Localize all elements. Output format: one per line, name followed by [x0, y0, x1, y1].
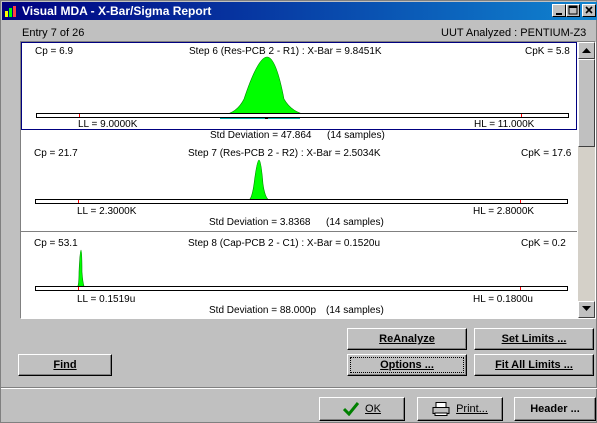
report-window: Visual MDA - X-Bar/Sigma Report Entry 7 … — [0, 0, 597, 423]
close-icon — [585, 6, 593, 14]
std-deviation: Std Deviation = 3.8368 — [209, 217, 311, 228]
vertical-scrollbar[interactable] — [578, 42, 595, 318]
sample-count: (14 samples) — [327, 130, 385, 141]
low-limit-value: LL = 2.3000K — [77, 206, 137, 217]
reanalyze-button[interactable]: ReAnalyze — [347, 328, 467, 350]
options-label: Options ... — [380, 359, 434, 371]
list-item-step-7[interactable]: Cp = 21.7 Step 7 (Res-PCB 2 - R2) : X-Ba… — [21, 146, 577, 232]
high-limit-tick — [520, 200, 521, 203]
set-limits-button[interactable]: Set Limits ... — [474, 328, 594, 350]
header-label: Header ... — [530, 403, 580, 415]
fit-all-limits-label: Fit All Limits ... — [495, 359, 573, 371]
low-limit-tick — [78, 200, 79, 203]
low-limit-value: LL = 0.1519u — [77, 294, 136, 305]
arrow-down-icon — [582, 306, 591, 311]
arrow-up-icon — [582, 48, 591, 53]
title-bar: Visual MDA - X-Bar/Sigma Report — [2, 2, 597, 20]
sample-count: (14 samples) — [326, 217, 384, 228]
list-item-step-8[interactable]: Cp = 53.1 Step 8 (Cap-PCB 2 - C1) : X-Ba… — [21, 232, 577, 318]
low-limit-tick — [78, 287, 79, 290]
list-item-step-6[interactable]: Cp = 6.9 Step 6 (Res-PCB 2 - R1) : X-Bar… — [21, 42, 577, 141]
low-limit-tick — [79, 114, 80, 117]
scroll-down-button[interactable] — [578, 301, 595, 318]
entry-counter: Entry 7 of 26 — [22, 27, 85, 39]
scroll-up-button[interactable] — [578, 42, 595, 59]
limits-axis-bar — [35, 286, 568, 291]
options-button[interactable]: Options ... — [347, 354, 467, 376]
low-limit-value: LL = 9.0000K — [78, 119, 138, 130]
print-label: Print... — [456, 403, 488, 415]
ok-button[interactable]: OK — [319, 397, 405, 421]
minimize-button[interactable] — [552, 4, 566, 17]
high-limit-tick — [521, 114, 522, 117]
maximize-icon — [568, 5, 578, 15]
header-button[interactable]: Header ... — [514, 397, 596, 421]
print-button[interactable]: Print... — [417, 397, 503, 421]
find-label: Find — [53, 359, 77, 371]
scroll-thumb[interactable] — [578, 59, 595, 147]
reanalyze-label: ReAnalyze — [379, 333, 435, 345]
std-deviation: Std Deviation = 47.864 — [210, 130, 312, 141]
limits-axis-bar — [35, 199, 568, 204]
window-title: Visual MDA - X-Bar/Sigma Report — [22, 4, 212, 18]
high-limit-value: HL = 0.1800u — [473, 294, 533, 305]
minimize-icon — [556, 13, 562, 15]
maximize-button[interactable] — [566, 4, 580, 17]
high-limit-tick — [520, 287, 521, 290]
uut-analyzed-label: UUT Analyzed : PENTIUM-Z3 — [441, 27, 587, 39]
ok-label: OK — [365, 403, 381, 415]
sample-count: (14 samples) — [326, 305, 384, 316]
step-report-list[interactable]: Cp = 6.9 Step 6 (Res-PCB 2 - R1) : X-Bar… — [20, 41, 596, 319]
fit-all-limits-button[interactable]: Fit All Limits ... — [474, 354, 594, 376]
high-limit-value: HL = 2.8000K — [473, 206, 535, 217]
printer-icon — [432, 402, 450, 417]
checkmark-icon — [343, 402, 360, 417]
std-deviation: Std Deviation = 88.000p — [209, 305, 317, 316]
limits-axis-bar — [36, 113, 569, 118]
app-chart-icon — [5, 6, 16, 17]
set-limits-label: Set Limits ... — [501, 333, 567, 345]
close-button[interactable] — [582, 4, 596, 17]
find-button[interactable]: Find — [18, 354, 112, 376]
high-limit-value: HL = 11.000K — [474, 119, 535, 130]
divider-highlight — [1, 388, 597, 389]
